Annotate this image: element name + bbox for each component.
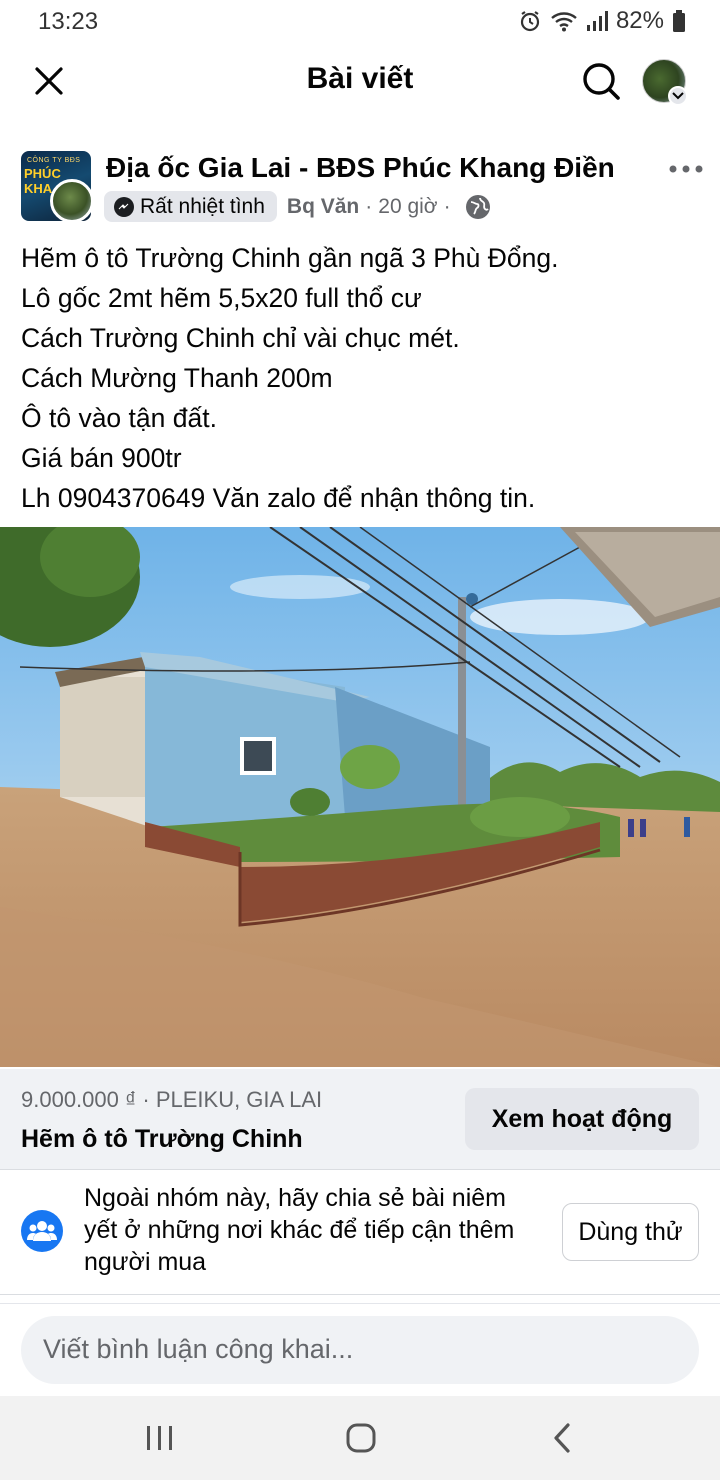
share-suggestion-text: Ngoài nhóm này, hãy chia sẻ bài niêm yết… bbox=[84, 1184, 515, 1276]
engagement-badge[interactable]: Rất nhiệt tình bbox=[104, 191, 277, 222]
signal-icon bbox=[586, 10, 608, 32]
try-button[interactable]: Dùng thử bbox=[562, 1203, 699, 1261]
app-header: Bài viết bbox=[0, 44, 720, 120]
author-name[interactable]: Bq Văn bbox=[287, 195, 359, 219]
post-meta: Rất nhiệt tình Bq Văn · 20 giờ · bbox=[104, 191, 491, 222]
status-bar: 13:23 82% bbox=[0, 0, 720, 44]
comment-bar: Viết bình luận công khai... bbox=[0, 1303, 720, 1396]
globe-icon bbox=[465, 194, 490, 219]
listing-title: Hẽm ô tô Trường Chinh bbox=[21, 1125, 303, 1153]
alarm-icon bbox=[518, 9, 542, 33]
post-line: Lô gốc 2mt hẽm 5,5x20 full thổ cư bbox=[21, 283, 422, 313]
share-suggestion: Ngoài nhóm này, hãy chia sẻ bài niêm yết… bbox=[0, 1169, 720, 1295]
search-button[interactable] bbox=[576, 56, 626, 106]
post-line: Hẽm ô tô Trường Chinh gần ngã 3 Phù Đổng… bbox=[21, 243, 559, 273]
messenger-icon bbox=[114, 196, 134, 217]
post-line: Cách Mường Thanh 200m bbox=[21, 363, 333, 393]
comment-input[interactable]: Viết bình luận công khai... bbox=[21, 1316, 699, 1384]
badge-label: Rất nhiệt tình bbox=[140, 194, 265, 218]
more-options-button[interactable] bbox=[664, 154, 708, 184]
wifi-icon bbox=[550, 9, 578, 33]
post-time[interactable]: 20 giờ bbox=[378, 195, 437, 219]
back-icon bbox=[554, 1423, 570, 1453]
search-icon bbox=[583, 63, 620, 100]
status-icons: 82% bbox=[518, 7, 686, 35]
more-icon bbox=[669, 165, 703, 173]
back-button[interactable] bbox=[540, 1416, 584, 1460]
home-button[interactable] bbox=[339, 1416, 383, 1460]
post-line: Lh 0904370649 Văn zalo để nhận thông tin… bbox=[21, 483, 536, 513]
listing-summary[interactable]: 9.000.000 ₫ · PLEIKU, GIA LAI Hẽm ô tô T… bbox=[0, 1069, 720, 1169]
listing-photo[interactable] bbox=[0, 527, 720, 1067]
recent-apps-icon bbox=[147, 1426, 172, 1450]
recent-apps-button[interactable] bbox=[138, 1416, 182, 1460]
post-line: Cách Trường Chinh chỉ vài chục mét. bbox=[21, 323, 460, 353]
post-header: CÔNG TY BĐS PHÚC KHA Địa ốc Gia Lai - BĐ… bbox=[0, 146, 720, 226]
group-name[interactable]: Địa ốc Gia Lai - BĐS Phúc Khang Điền bbox=[106, 152, 615, 184]
comment-placeholder: Viết bình luận công khai... bbox=[43, 1334, 354, 1364]
listing-price-location: 9.000.000 ₫ · PLEIKU, GIA LAI bbox=[21, 1087, 323, 1112]
group-avatar-caption: CÔNG TY BĐS bbox=[27, 157, 81, 164]
author-avatar[interactable] bbox=[50, 179, 94, 223]
post-body: Hẽm ô tô Trường Chinh gần ngã 3 Phù Đổng… bbox=[21, 238, 701, 518]
chevron-down-icon[interactable] bbox=[668, 86, 688, 106]
meta-separator: · bbox=[365, 194, 373, 218]
home-icon bbox=[346, 1423, 376, 1453]
post-line: Ô tô vào tận đất. bbox=[21, 403, 217, 433]
meta-separator: · bbox=[443, 194, 451, 218]
view-activity-button[interactable]: Xem hoạt động bbox=[465, 1088, 699, 1150]
battery-text: 82% bbox=[615, 7, 664, 34]
post-line: Giá bán 900tr bbox=[21, 443, 182, 473]
system-nav-bar bbox=[0, 1396, 720, 1480]
status-time: 13:23 bbox=[38, 8, 99, 35]
battery-icon bbox=[672, 9, 686, 33]
group-icon bbox=[21, 1210, 63, 1252]
